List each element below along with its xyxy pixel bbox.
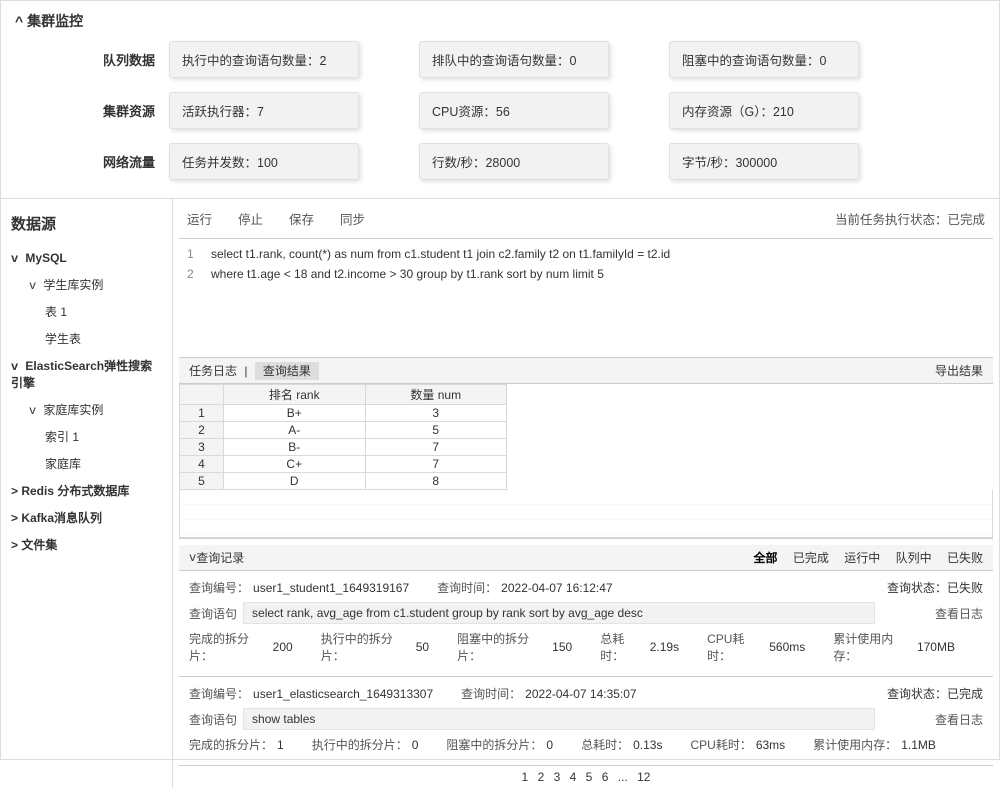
- table-row[interactable]: 4C+7: [180, 456, 507, 473]
- metric-active-executors: 活跃执行器：7: [169, 92, 359, 129]
- filter-all[interactable]: 全部: [754, 551, 778, 565]
- cluster-title[interactable]: 集群监控: [15, 11, 985, 31]
- table-row[interactable]: 5D8: [180, 473, 507, 490]
- cluster-row-queue: 队列数据 执行中的查询语句数量：2 排队中的查询语句数量：0 阻塞中的查询语句数…: [15, 41, 985, 78]
- line-number: 2: [187, 267, 211, 281]
- history-item: 查询编号：user1_elasticsearch_1649313307查询时间：…: [179, 677, 993, 766]
- page-3[interactable]: 3: [554, 770, 561, 784]
- page-ellipsis: ...: [618, 770, 628, 784]
- result-tab-bar: 任务日志 | 查询结果 导出结果: [179, 357, 993, 384]
- table-row[interactable]: 3B-7: [180, 439, 507, 456]
- tree-node[interactable]: 家庭库实例: [11, 396, 162, 423]
- history-pager: 1 2 3 4 5 6 ... 12: [179, 766, 993, 788]
- tree-node[interactable]: 家庭库: [11, 450, 162, 477]
- filter-done[interactable]: 已完成: [793, 551, 829, 565]
- page-4[interactable]: 4: [570, 770, 577, 784]
- table-row[interactable]: 1B+3: [180, 405, 507, 422]
- history-caret-icon: [189, 550, 196, 565]
- cluster-monitor-panel: 集群监控 队列数据 执行中的查询语句数量：2 排队中的查询语句数量：0 阻塞中的…: [1, 1, 999, 199]
- tree-node[interactable]: Kafka消息队列: [11, 504, 162, 531]
- history-sql: show tables: [243, 708, 875, 730]
- page-1[interactable]: 1: [522, 770, 529, 784]
- sidebar-title: 数据源: [11, 213, 162, 234]
- tab-task-log[interactable]: 任务日志: [189, 364, 237, 378]
- th-rank: 排名 rank: [224, 385, 366, 405]
- sql-line: select t1.rank, count(*) as num from c1.…: [211, 247, 985, 261]
- history-sql: select rank, avg_age from c1.student gro…: [243, 602, 875, 624]
- grid-empty-rows: [179, 490, 993, 538]
- tree-node[interactable]: ElasticSearch弹性搜索引擎: [11, 352, 162, 396]
- tree-node[interactable]: 表 1: [11, 298, 162, 325]
- datasource-tree: MySQL学生库实例表 1学生表ElasticSearch弹性搜索引擎家庭库实例…: [11, 246, 162, 558]
- page-5[interactable]: 5: [586, 770, 593, 784]
- view-log-button[interactable]: 查看日志: [935, 711, 983, 728]
- tree-node[interactable]: 索引 1: [11, 423, 162, 450]
- task-status: 当前任务执行状态：已完成: [835, 209, 985, 228]
- metric-bytes-per-sec: 字节/秒：300000: [669, 143, 859, 180]
- line-number: 1: [187, 247, 211, 261]
- view-log-button[interactable]: 查看日志: [935, 605, 983, 622]
- page-2[interactable]: 2: [538, 770, 545, 784]
- main-panel: 运行 停止 保存 同步 当前任务执行状态：已完成 1select t1.rank…: [173, 199, 999, 788]
- th-num: 数量 num: [365, 385, 507, 405]
- tree-node[interactable]: MySQL: [11, 246, 162, 271]
- history-status: 查询状态：已完成: [887, 685, 983, 702]
- result-grid: 排名 rank 数量 num 1B+32A-53B-74C+75D8: [179, 384, 993, 539]
- sync-button[interactable]: 同步: [340, 209, 365, 228]
- metric-pending-query: 排队中的查询语句数量：0: [419, 41, 609, 78]
- stop-button[interactable]: 停止: [238, 209, 263, 228]
- export-result-button[interactable]: 导出结果: [935, 362, 983, 379]
- run-button[interactable]: 运行: [187, 209, 212, 228]
- history-time: 2022-04-07 14:35:07: [525, 687, 636, 701]
- history-filters: 全部 已完成 运行中 队列中 已失败: [742, 549, 983, 566]
- resources-row-label: 集群资源: [65, 101, 155, 120]
- page-6[interactable]: 6: [602, 770, 609, 784]
- queue-row-label: 队列数据: [65, 50, 155, 69]
- history-title: 查询记录: [196, 549, 244, 566]
- filter-running[interactable]: 运行中: [844, 551, 880, 565]
- tree-node[interactable]: 学生库实例: [11, 271, 162, 298]
- history-id: user1_elasticsearch_1649313307: [253, 687, 433, 701]
- history-id: user1_student1_1649319167: [253, 581, 409, 595]
- metric-memory: 内存资源（G）：210: [669, 92, 859, 129]
- history-status: 查询状态：已失败: [887, 579, 983, 596]
- tree-node[interactable]: 学生表: [11, 325, 162, 352]
- tree-node[interactable]: Redis 分布式数据库: [11, 477, 162, 504]
- datasource-sidebar: 数据源 MySQL学生库实例表 1学生表ElasticSearch弹性搜索引擎家…: [1, 199, 173, 788]
- history-header[interactable]: 查询记录 全部 已完成 运行中 队列中 已失败: [179, 545, 993, 571]
- metric-exec-query: 执行中的查询语句数量：2: [169, 41, 359, 78]
- sql-line: where t1.age < 18 and t2.income > 30 gro…: [211, 267, 985, 281]
- table-row[interactable]: 2A-5: [180, 422, 507, 439]
- sql-editor[interactable]: 1select t1.rank, count(*) as num from c1…: [179, 239, 993, 357]
- metric-task-concurrency: 任务并发数：100: [169, 143, 359, 180]
- filter-failed[interactable]: 已失败: [947, 551, 983, 565]
- history-item: 查询编号：user1_student1_1649319167查询时间：2022-…: [179, 571, 993, 677]
- editor-toolbar: 运行 停止 保存 同步 当前任务执行状态：已完成: [179, 199, 993, 239]
- metric-cpu: CPU资源：56: [419, 92, 609, 129]
- tree-node[interactable]: 文件集: [11, 531, 162, 558]
- cluster-row-resources: 集群资源 活跃执行器：7 CPU资源：56 内存资源（G）：210: [15, 92, 985, 129]
- page-12[interactable]: 12: [637, 770, 650, 784]
- save-button[interactable]: 保存: [289, 209, 314, 228]
- history-time: 2022-04-07 16:12:47: [501, 581, 612, 595]
- filter-queued[interactable]: 队列中: [896, 551, 932, 565]
- network-row-label: 网络流量: [65, 152, 155, 171]
- metric-blocked-query: 阻塞中的查询语句数量：0: [669, 41, 859, 78]
- th-rownum: [180, 385, 224, 405]
- cluster-row-network: 网络流量 任务并发数：100 行数/秒：28000 字节/秒：300000: [15, 143, 985, 180]
- tab-query-result[interactable]: 查询结果: [255, 362, 319, 380]
- metric-rows-per-sec: 行数/秒：28000: [419, 143, 609, 180]
